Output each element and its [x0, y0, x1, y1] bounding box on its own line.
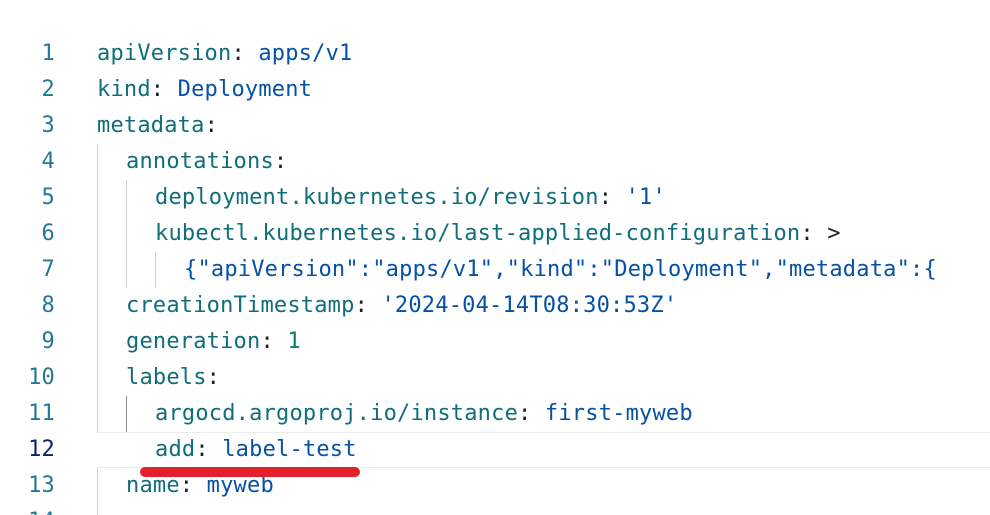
line-number: 14 [0, 504, 55, 515]
line-number: 10 [28, 365, 55, 390]
code-token: : [598, 185, 626, 210]
code-line[interactable]: 7 {"apiVersion":"apps/v1","kind":"Deploym… [0, 252, 990, 288]
line-number: 11 [28, 401, 55, 426]
line-content: apiVersion: apps/v1 [97, 36, 352, 72]
line-content: kubectl.kubernetes.io/last-applied-confi… [155, 216, 841, 252]
line-number: 12 [28, 437, 55, 462]
code-token: : [800, 221, 828, 246]
code-line[interactable]: 4 annotations: [0, 144, 990, 180]
line-number: 3 [41, 113, 55, 138]
line-content: creationTimestamp: '2024-04-14T08:30:53Z… [126, 288, 677, 324]
code-token: : [206, 365, 221, 390]
code-token: add [155, 437, 196, 462]
code-token: metadata [97, 113, 205, 138]
line-number: 5 [41, 185, 55, 210]
code-token: apiVersion [97, 41, 232, 66]
code-token: argocd.argoproj.io/instance [155, 401, 519, 426]
code-token: generation [126, 329, 261, 354]
line-number: 9 [41, 329, 55, 354]
code-line[interactable]: 9 generation: 1 [0, 324, 990, 360]
line-number: 6 [41, 221, 55, 246]
line-content: {"apiVersion":"apps/v1","kind":"Deployme… [184, 252, 937, 288]
code-token: kubectl.kubernetes.io/last-applied-confi… [155, 221, 801, 246]
code-line[interactable]: 2 kind: Deployment [0, 72, 990, 108]
line-content: labels: [126, 360, 220, 396]
line-number: 8 [41, 293, 55, 318]
code-line[interactable]: 8 creationTimestamp: '2024-04-14T08:30:53… [0, 288, 990, 324]
line-content: add: label-test [155, 432, 357, 468]
code-token: : [354, 293, 382, 318]
code-token: Deployment [177, 77, 313, 102]
code-token: 1 [287, 329, 301, 354]
code-token: label-test [222, 437, 357, 462]
code-line[interactable]: 12 add: label-test [0, 432, 990, 468]
code-line[interactable]: 1 apiVersion: apps/v1 [0, 36, 990, 72]
line-number: 1 [41, 41, 55, 66]
line-content: deployment.kubernetes.io/revision: '1' [155, 180, 666, 216]
code-token: first-myweb [544, 401, 693, 426]
code-token: : [518, 401, 545, 426]
code-token: '2024-04-14T08:30:53Z' [381, 293, 678, 318]
code-line[interactable]: 3 metadata: [0, 108, 990, 144]
code-token: '1' [625, 185, 666, 210]
highlight-underline [140, 467, 360, 477]
code-token: apps/v1 [258, 41, 353, 66]
line-content: metadata: [97, 108, 218, 144]
code-token: : [273, 149, 288, 174]
code-token: : [260, 329, 288, 354]
code-token: : [204, 113, 219, 138]
code-line[interactable]: 11 argocd.argoproj.io/instance: first-myw… [0, 396, 990, 432]
line-content: argocd.argoproj.io/instance: first-myweb [155, 396, 693, 432]
line-content: generation: 1 [126, 324, 301, 360]
code-token: : [195, 437, 223, 462]
line-number: 2 [41, 77, 55, 102]
code-token: > [827, 221, 841, 246]
line-number: 13 [28, 473, 55, 498]
code-token: annotations [126, 149, 274, 174]
code-line[interactable]: 5 deployment.kubernetes.io/revision: '1' [0, 180, 990, 216]
code-line[interactable]: 14 [0, 504, 990, 515]
code-token: kind [97, 77, 151, 102]
code-token: : [150, 77, 178, 102]
line-content: kind: Deployment [97, 72, 312, 108]
line-number: 7 [41, 257, 55, 282]
code-line[interactable]: 10 labels: [0, 360, 990, 396]
code-token: {"apiVersion":"apps/v1","kind":"Deployme… [184, 257, 937, 282]
code-editor[interactable]: 1 apiVersion: apps/v1 2 kind: Deployment 3 me… [0, 0, 990, 515]
line-number: 4 [41, 149, 55, 174]
code-line[interactable]: 6 kubectl.kubernetes.io/last-applied-conf… [0, 216, 990, 252]
code-token: : [231, 41, 259, 66]
code-token: creationTimestamp [126, 293, 355, 318]
code-token: labels [126, 365, 207, 390]
line-content: annotations: [126, 144, 287, 180]
code-token: deployment.kubernetes.io/revision [155, 185, 599, 210]
